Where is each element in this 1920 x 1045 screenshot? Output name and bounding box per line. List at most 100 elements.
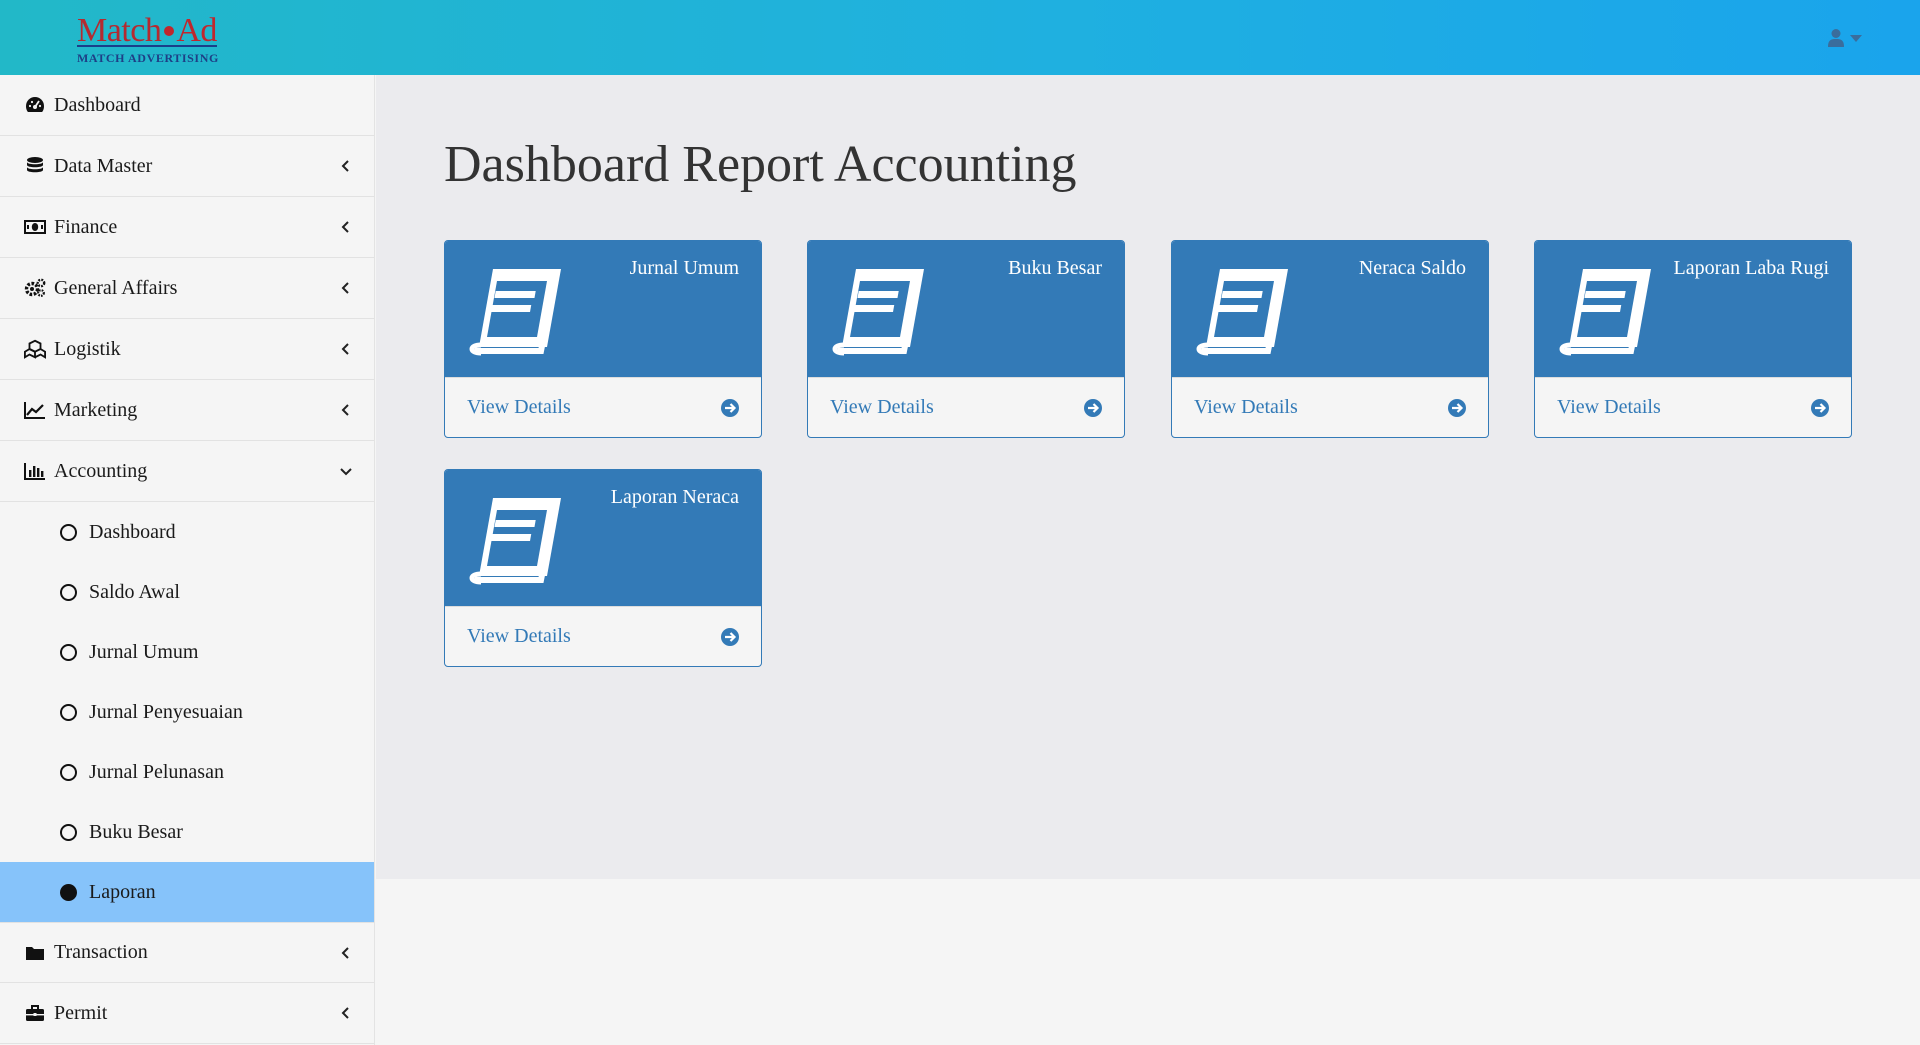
arrow-circle-right-icon <box>1084 399 1102 417</box>
cubes-icon <box>24 339 46 359</box>
sidebar-item-label: Dashboard <box>54 93 141 116</box>
logo-underline <box>77 45 217 47</box>
sidebar-item-label: Transaction <box>54 941 148 963</box>
view-details-label: View Details <box>1194 396 1298 418</box>
chevron-left-icon <box>341 1007 349 1019</box>
line-chart-icon <box>24 400 46 420</box>
sidebar-subitem-label: Laporan <box>89 880 156 903</box>
view-details-link[interactable]: View Details <box>445 377 761 437</box>
sidebar-item-general-affairs[interactable]: General Affairs <box>0 258 374 319</box>
chevron-left-icon <box>341 160 349 172</box>
book-icon <box>832 269 924 356</box>
report-card-laporan-laba-rugi: Laporan Laba Rugi View Details <box>1534 240 1852 438</box>
circle-icon <box>60 583 77 601</box>
sidebar-subitem-label: Saldo Awal <box>89 580 180 603</box>
arrow-circle-right-icon <box>721 628 739 646</box>
card-header: Laporan Neraca <box>445 470 761 606</box>
report-card-laporan-neraca: Laporan Neraca View Details <box>444 469 762 667</box>
card-header: Laporan Laba Rugi <box>1535 241 1851 377</box>
sidebar-item-label: General Affairs <box>54 276 178 299</box>
sidebar-item-permit[interactable]: Permit <box>0 983 374 1044</box>
view-details-label: View Details <box>467 625 571 647</box>
user-menu-toggle[interactable] <box>1828 26 1870 50</box>
sidebar: Dashboard Data Master Finance General Af… <box>0 75 375 1045</box>
sidebar-item-label: Data Master <box>54 154 153 177</box>
logo-tagline: MATCH ADVERTISING <box>77 51 219 65</box>
folder-icon <box>24 943 46 963</box>
book-icon <box>1559 269 1651 356</box>
card-title: Buku Besar <box>1008 257 1102 279</box>
sidebar-subitem-dashboard[interactable]: Dashboard <box>0 502 374 562</box>
sidebar-subitem-buku-besar[interactable]: Buku Besar <box>0 802 374 862</box>
card-title: Laporan Laba Rugi <box>1673 257 1830 279</box>
view-details-label: View Details <box>1557 396 1661 418</box>
card-header: Jurnal Umum <box>445 241 761 377</box>
sidebar-subitem-label: Jurnal Penyesuaian <box>89 700 243 723</box>
sidebar-subitem-jurnal-pelunasan[interactable]: Jurnal Pelunasan <box>0 742 374 802</box>
book-icon <box>469 498 561 585</box>
sidebar-item-marketing[interactable]: Marketing <box>0 380 374 441</box>
sidebar-item-data-master[interactable]: Data Master <box>0 136 374 197</box>
chevron-left-icon <box>341 282 349 294</box>
report-card-buku-besar: Buku Besar View Details <box>807 240 1125 438</box>
logo-dot <box>164 26 175 37</box>
main-content: Dashboard Report Accounting Jurnal Umum … <box>376 75 1920 879</box>
card-header: Buku Besar <box>808 241 1124 377</box>
circle-icon <box>60 523 77 541</box>
top-navbar: Match Ad MATCH ADVERTISING <box>0 0 1920 75</box>
filled-circle-icon <box>60 883 77 901</box>
tachometer-icon <box>24 95 46 115</box>
chevron-left-icon <box>341 221 349 233</box>
logo-name-right: Ad <box>176 12 217 49</box>
money-icon <box>24 217 46 237</box>
circle-icon <box>60 643 77 661</box>
arrow-circle-right-icon <box>1811 399 1829 417</box>
user-icon <box>1828 29 1844 47</box>
sidebar-subitem-label: Jurnal Umum <box>89 640 199 663</box>
sidebar-item-dashboard[interactable]: Dashboard <box>0 75 374 136</box>
chevron-left-icon <box>341 343 349 355</box>
sidebar-item-logistik[interactable]: Logistik <box>0 319 374 380</box>
bar-chart-icon <box>24 461 46 481</box>
caret-down-icon <box>1850 34 1862 42</box>
circle-icon <box>60 763 77 781</box>
report-card-jurnal-umum: Jurnal Umum View Details <box>444 240 762 438</box>
sidebar-item-label: Permit <box>54 1001 108 1024</box>
sidebar-item-transaction[interactable]: Transaction <box>0 922 374 983</box>
arrow-circle-right-icon <box>721 399 739 417</box>
sidebar-subitem-jurnal-umum[interactable]: Jurnal Umum <box>0 622 374 682</box>
page-title: Dashboard Report Accounting <box>444 136 1077 193</box>
sidebar-subitem-saldo-awal[interactable]: Saldo Awal <box>0 562 374 622</box>
view-details-link[interactable]: View Details <box>445 606 761 666</box>
view-details-label: View Details <box>830 396 934 418</box>
card-title: Jurnal Umum <box>629 257 739 279</box>
logo-name-left: Match <box>77 12 162 49</box>
sidebar-item-label: Marketing <box>54 398 138 421</box>
briefcase-icon <box>24 1003 46 1023</box>
chevron-left-icon <box>341 404 349 416</box>
logo-wordmark: Match Ad <box>77 12 217 50</box>
brand-logo[interactable]: Match Ad MATCH ADVERTISING <box>77 12 242 68</box>
view-details-link[interactable]: View Details <box>1535 377 1851 437</box>
card-title: Neraca Saldo <box>1358 257 1466 279</box>
view-details-link[interactable]: View Details <box>808 377 1124 437</box>
chevron-down-icon <box>340 468 352 476</box>
card-header: Neraca Saldo <box>1172 241 1488 377</box>
view-details-link[interactable]: View Details <box>1172 377 1488 437</box>
sidebar-subitem-label: Jurnal Pelunasan <box>89 760 224 783</box>
sidebar-subitem-label: Buku Besar <box>89 820 183 843</box>
circle-icon <box>60 703 77 721</box>
sidebar-item-label: Finance <box>54 215 118 238</box>
report-card-neraca-saldo: Neraca Saldo View Details <box>1171 240 1489 438</box>
gears-icon <box>24 278 46 298</box>
sidebar-item-finance[interactable]: Finance <box>0 197 374 258</box>
sidebar-subitem-label: Dashboard <box>89 520 176 543</box>
database-icon <box>24 156 46 176</box>
sidebar-item-accounting[interactable]: Accounting <box>0 441 374 502</box>
book-icon <box>1196 269 1288 356</box>
sidebar-subitem-laporan[interactable]: Laporan <box>0 862 374 922</box>
book-icon <box>469 269 561 356</box>
sidebar-item-label: Accounting <box>54 459 148 482</box>
sidebar-subitem-jurnal-penyesuaian[interactable]: Jurnal Penyesuaian <box>0 682 374 742</box>
arrow-circle-right-icon <box>1448 399 1466 417</box>
